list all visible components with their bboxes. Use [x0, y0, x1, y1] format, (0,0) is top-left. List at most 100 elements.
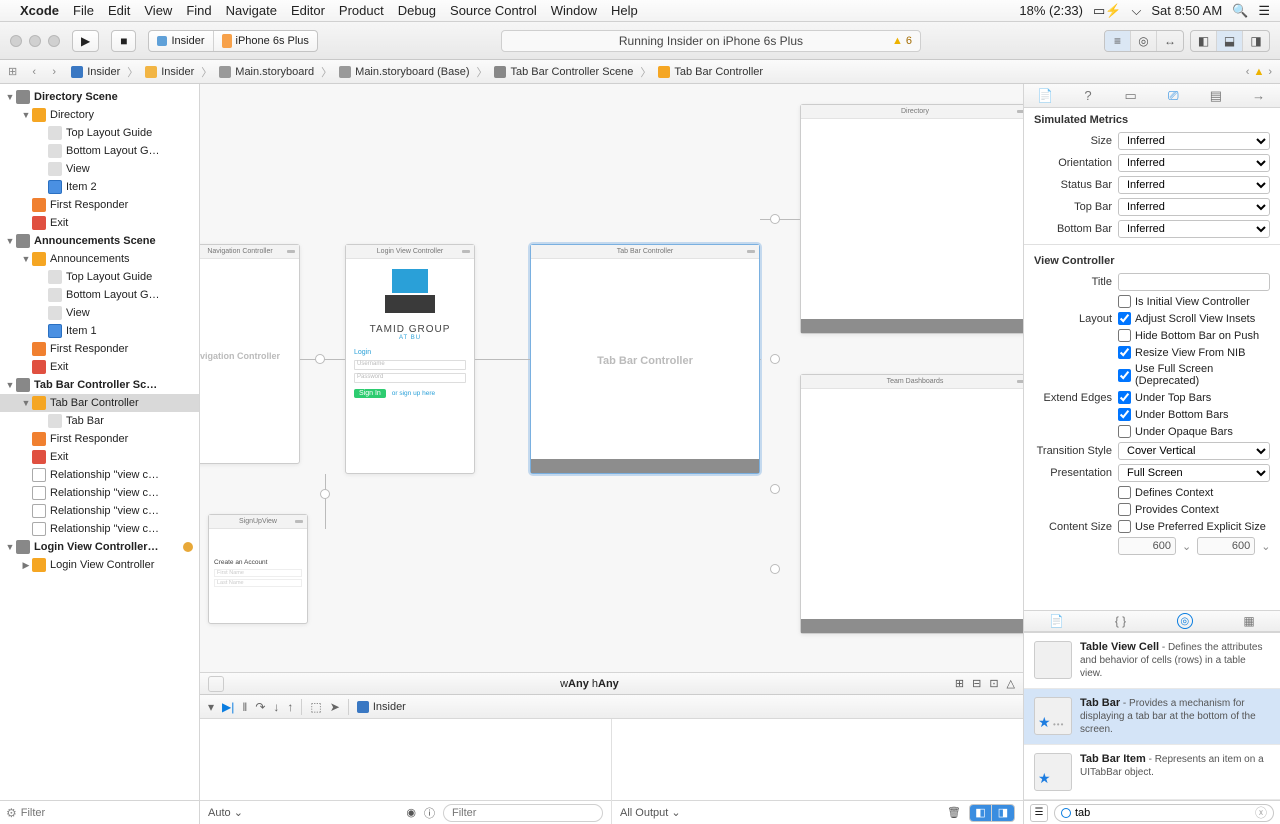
variables-filter-input[interactable] — [443, 804, 603, 822]
content-height-input[interactable] — [1197, 537, 1255, 555]
crumb-scene[interactable]: Tab Bar Controller Scene — [510, 66, 633, 78]
menu-debug[interactable]: Debug — [398, 3, 436, 18]
activity-view[interactable]: Running Insider on iPhone 6s Plus ▲6 — [501, 30, 921, 52]
scene-team-dashboards[interactable]: Team Dashboards — [800, 374, 1023, 634]
defines-context-checkbox[interactable] — [1118, 486, 1131, 499]
file-inspector-icon[interactable]: 📄 — [1031, 88, 1059, 104]
object-library[interactable]: Table View Cell - Defines the attributes… — [1024, 632, 1280, 800]
code-snippet-icon[interactable]: { } — [1115, 614, 1126, 628]
under-top-checkbox[interactable] — [1118, 391, 1131, 404]
toggle-utilities-icon[interactable]: ◨ — [1243, 31, 1269, 51]
outline-row[interactable]: ▼Announcements — [0, 250, 199, 268]
size-select[interactable]: Inferred — [1118, 132, 1270, 150]
outline-row[interactable]: Relationship "view c… — [0, 484, 199, 502]
menu-find[interactable]: Find — [186, 3, 211, 18]
menu-editor[interactable]: Editor — [291, 3, 325, 18]
outline-tree[interactable]: ▼Directory Scene▼DirectoryTop Layout Gui… — [0, 84, 199, 800]
scene-navigation-controller[interactable]: Navigation Controller vigation Controlle… — [200, 244, 300, 464]
continue-icon[interactable]: ▶| — [222, 700, 234, 714]
outline-row[interactable]: ▼Directory — [0, 106, 199, 124]
scheme-selector[interactable]: Insider iPhone 6s Plus — [148, 30, 317, 52]
menu-view[interactable]: View — [144, 3, 172, 18]
debug-view-icon[interactable]: ⬚ — [310, 700, 321, 714]
pause-icon[interactable]: ‖ — [242, 700, 247, 714]
outline-row[interactable]: ▼Announcements Scene — [0, 232, 199, 250]
menu-product[interactable]: Product — [339, 3, 384, 18]
editor-mode-selector[interactable]: ≡ ◎ ↔ — [1104, 30, 1184, 52]
outline-row[interactable]: Tab Bar — [0, 412, 199, 430]
standard-editor-icon[interactable]: ≡ — [1105, 31, 1131, 51]
step-over-icon[interactable]: ↷ — [255, 700, 265, 714]
outline-row[interactable]: Bottom Layout G… — [0, 286, 199, 304]
nav-back-icon[interactable]: ‹ — [25, 66, 43, 78]
minimize-window-button[interactable] — [29, 35, 41, 47]
clock[interactable]: Sat 8:50 AM — [1151, 3, 1222, 18]
interface-builder-canvas[interactable]: Navigation Controller vigation Controlle… — [200, 84, 1023, 672]
quicklook-icon[interactable]: ◉ — [406, 806, 416, 819]
outline-row[interactable]: Relationship "view c… — [0, 466, 199, 484]
step-out-icon[interactable]: ↑ — [287, 700, 293, 714]
outline-row[interactable]: ▶Login View Controller — [0, 556, 199, 574]
menu-navigate[interactable]: Navigate — [226, 3, 277, 18]
title-input[interactable] — [1118, 273, 1270, 291]
fullscreen-checkbox[interactable] — [1118, 369, 1131, 382]
library-view-mode-icon[interactable]: ☰ — [1030, 804, 1048, 822]
hide-bottom-checkbox[interactable] — [1118, 329, 1131, 342]
right-pane-toggle[interactable]: ◨ — [992, 805, 1014, 821]
transition-select[interactable]: Cover Vertical — [1118, 442, 1270, 460]
scene-login[interactable]: Login View Controller TAMID GROUP AT BU … — [345, 244, 475, 474]
library-item[interactable]: Table View Cell - Defines the attributes… — [1024, 633, 1280, 689]
crumb-base[interactable]: Main.storyboard (Base) — [355, 66, 469, 78]
is-initial-checkbox[interactable] — [1118, 295, 1131, 308]
topbar-select[interactable]: Inferred — [1118, 198, 1270, 216]
disclosure-icon[interactable]: ▼ — [4, 380, 16, 390]
issues-indicator[interactable]: ▲6 — [892, 35, 912, 47]
menu-edit[interactable]: Edit — [108, 3, 130, 18]
outline-row[interactable]: Top Layout Guide — [0, 268, 199, 286]
variables-scope[interactable]: Auto ⌄ — [208, 806, 243, 819]
menu-source-control[interactable]: Source Control — [450, 3, 537, 18]
size-inspector-icon[interactable]: ▤ — [1202, 88, 1230, 104]
outline-row[interactable]: Relationship "view c… — [0, 520, 199, 538]
variables-pane[interactable]: Auto ⌄ ◉ ⓘ — [200, 719, 612, 824]
presentation-select[interactable]: Full Screen — [1118, 464, 1270, 482]
outline-row[interactable]: Item 1 — [0, 322, 199, 340]
battery-status[interactable]: 18% (2:33) — [1019, 3, 1083, 18]
statusbar-select[interactable]: Inferred — [1118, 176, 1270, 194]
left-pane-toggle[interactable]: ◧ — [970, 805, 992, 821]
outline-row[interactable]: View — [0, 304, 199, 322]
outline-row[interactable]: View — [0, 160, 199, 178]
panel-visibility-selector[interactable]: ◧ ⬓ ◨ — [1190, 30, 1270, 52]
console-pane[interactable]: All Output ⌄ 🗑 ◧ ◨ — [612, 719, 1023, 824]
connections-inspector-icon[interactable]: → — [1245, 88, 1273, 103]
outline-row[interactable]: First Responder — [0, 430, 199, 448]
library-filter-input[interactable] — [1075, 807, 1251, 819]
zoom-window-button[interactable] — [48, 35, 60, 47]
trash-icon[interactable]: 🗑 — [947, 806, 961, 819]
issue-next-icon[interactable]: › — [1268, 66, 1272, 78]
spotlight-icon[interactable]: 🔍 — [1232, 3, 1248, 19]
size-class-control[interactable]: wAny hAny — [224, 678, 955, 690]
notifications-icon[interactable]: ☰ — [1258, 3, 1270, 19]
provides-context-checkbox[interactable] — [1118, 503, 1131, 516]
app-name[interactable]: Xcode — [20, 3, 59, 18]
orientation-select[interactable]: Inferred — [1118, 154, 1270, 172]
nav-forward-icon[interactable]: › — [45, 66, 63, 78]
print-desc-icon[interactable]: ⓘ — [424, 805, 435, 821]
stop-button[interactable]: ■ — [111, 30, 136, 52]
resize-icon[interactable]: △ — [1007, 677, 1015, 690]
issue-warning-icon[interactable]: ▲ — [1253, 66, 1264, 78]
crumb-folder[interactable]: Insider — [161, 66, 194, 78]
identity-inspector-icon[interactable]: ▭ — [1117, 88, 1145, 104]
related-items-icon[interactable]: ⊞ — [8, 65, 17, 78]
disclosure-icon[interactable]: ▼ — [4, 236, 16, 246]
scene-directory[interactable]: Directory — [800, 104, 1023, 334]
assistant-editor-icon[interactable]: ◎ — [1131, 31, 1157, 51]
version-editor-icon[interactable]: ↔ — [1157, 31, 1183, 51]
bottombar-select[interactable]: Inferred — [1118, 220, 1270, 238]
toggle-navigator-icon[interactable]: ◧ — [1191, 31, 1217, 51]
process-selector[interactable]: Insider — [357, 701, 406, 713]
disclosure-icon[interactable]: ▼ — [20, 254, 32, 264]
library-item[interactable]: ★Tab Bar Item - Represents an item on a … — [1024, 745, 1280, 800]
outline-row[interactable]: Bottom Layout G… — [0, 142, 199, 160]
